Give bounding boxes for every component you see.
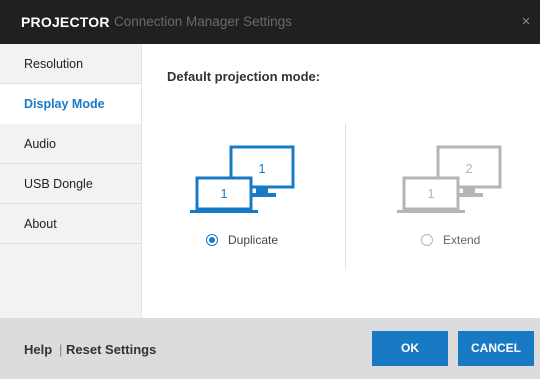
duplicate-front-number: 1 [220, 186, 227, 201]
duplicate-label: Duplicate [228, 233, 279, 247]
extend-front-number: 1 [427, 186, 434, 201]
duplicate-option[interactable]: Duplicate [206, 233, 278, 247]
app-name: PROJECTOR [21, 14, 110, 30]
ok-button[interactable]: OK [372, 331, 448, 366]
title-bar: PROJECTOR Connection Manager Settings × [0, 0, 540, 44]
footer-bar: Help | Reset Settings OK CANCEL [0, 318, 540, 379]
extend-displays-icon: 2 1 [397, 145, 502, 213]
extend-option[interactable]: Extend [421, 233, 480, 247]
display-mode-panel: Default projection mode: 1 1 2 1 Duplica… [142, 44, 540, 318]
extend-radio[interactable] [421, 234, 433, 246]
close-icon[interactable]: × [518, 13, 534, 31]
duplicate-displays-icon: 1 1 [190, 145, 295, 213]
sidebar: Resolution Display Mode Audio USB Dongle… [0, 44, 142, 318]
sidebar-item-usb-dongle[interactable]: USB Dongle [0, 164, 141, 204]
sidebar-item-resolution[interactable]: Resolution [0, 44, 141, 84]
footer-separator: | [59, 342, 63, 357]
sidebar-item-audio[interactable]: Audio [0, 124, 141, 164]
divider [345, 124, 346, 269]
sidebar-item-display-mode[interactable]: Display Mode [0, 84, 141, 124]
window-title: Connection Manager Settings [114, 14, 292, 29]
sidebar-item-about[interactable]: About [0, 204, 141, 244]
extend-back-number: 2 [465, 161, 472, 176]
reset-settings-link[interactable]: Reset Settings [66, 342, 156, 357]
extend-label: Extend [443, 233, 481, 247]
help-link[interactable]: Help [24, 342, 52, 357]
panel-heading: Default projection mode: [167, 69, 321, 84]
duplicate-back-number: 1 [258, 161, 265, 176]
settings-window: PROJECTOR Connection Manager Settings × … [0, 0, 540, 379]
cancel-button[interactable]: CANCEL [458, 331, 534, 366]
duplicate-radio[interactable] [206, 234, 218, 246]
